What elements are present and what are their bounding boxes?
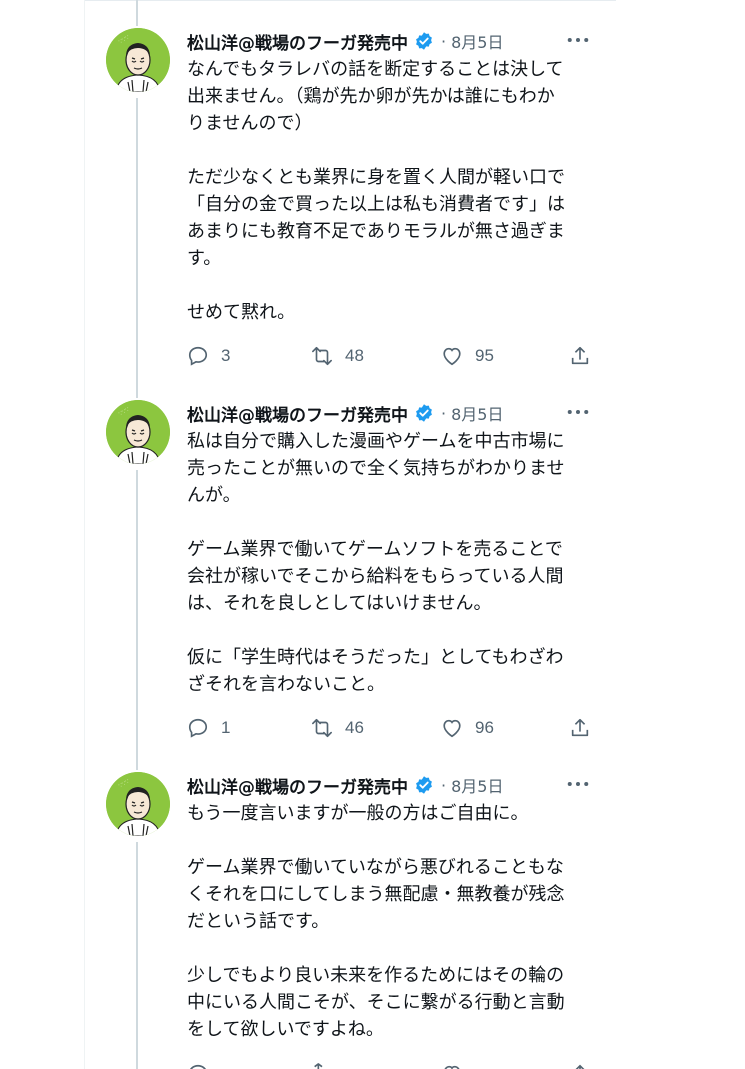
- reply-count: 3: [221, 346, 231, 365]
- tweet-text-line: りませんので）: [187, 113, 313, 134]
- like-button[interactable]: 95: [441, 342, 494, 370]
- tweet-text-line: は、それを良しとしてはいけません。: [187, 593, 492, 614]
- heart-icon: [443, 347, 461, 366]
- timeline-left-border: [84, 0, 85, 1069]
- tweet-text-line: をして欲しいですよね。: [187, 1019, 384, 1040]
- thread-connector-line: [136, 98, 138, 398]
- tweet-date[interactable]: 8月5日: [451, 401, 503, 425]
- tweet-text-line: もう一度言いますが一般の方はご自由に。: [187, 803, 529, 824]
- heart-icon: [444, 1065, 460, 1069]
- tweet-text: なんでもタラレバの話を断定することは決して 出来ません。（鶏が先か卵が先かは誰にも…: [187, 56, 607, 326]
- retweet-button[interactable]: [311, 1060, 345, 1069]
- verified-badge-icon: [416, 404, 432, 422]
- more-dots-icon: [567, 781, 589, 787]
- tweet-text-line: 中にいる人間こそが、そこに繋がる行動と言動: [187, 992, 565, 1013]
- separator-dot: ·: [441, 775, 447, 795]
- verified-badge-icon: [416, 776, 432, 794]
- tweet-text-line: ゲーム業界で働いていながら悪びれることもな: [187, 857, 564, 878]
- tweet-text-line: 少しでもより良い未来を作るためにはその輪の: [187, 965, 565, 986]
- tweet-actions-partial: [187, 1060, 599, 1069]
- tweet-date[interactable]: 8月5日: [451, 29, 503, 53]
- retweet-button[interactable]: 46: [311, 714, 364, 742]
- more-options-button[interactable]: [566, 30, 590, 50]
- tweet-text-line: ゲーム業界で働いてゲームソフトを売ることで: [187, 539, 563, 560]
- thread-connector-line: [136, 470, 138, 770]
- tweet-text-line: んが。: [187, 485, 241, 506]
- author-name[interactable]: 松山洋@戦場のフーガ発売中: [187, 29, 408, 54]
- tweet-text-line: 仮に「学生時代はそうだった」としてもわざわ: [187, 647, 564, 668]
- retweet-icon: [312, 346, 332, 366]
- author-name[interactable]: 松山洋@戦場のフーガ発売中: [187, 773, 408, 798]
- like-button[interactable]: 96: [441, 714, 494, 742]
- avatar[interactable]: ∵∵∵: [106, 400, 170, 464]
- tweet-text-line: せめて黙れ。: [187, 302, 296, 323]
- separator-dot: ·: [441, 403, 447, 423]
- face-illustration: ∵∵∵: [106, 28, 170, 92]
- more-options-button[interactable]: [566, 774, 590, 794]
- share-icon: [571, 346, 589, 365]
- retweet-count: 46: [345, 718, 364, 737]
- reply-button[interactable]: 3: [187, 342, 230, 370]
- retweet-button[interactable]: 48: [311, 342, 364, 370]
- tweet-text: もう一度言いますが一般の方はご自由に。ゲーム業界で働いていながら悪びれることもな…: [187, 800, 607, 1043]
- reply-bubble-icon: [188, 346, 208, 366]
- tweet-text-line: ただ少なくとも業界に身を置く人間が軽い口で: [187, 167, 565, 188]
- tweet-text-line: 出来ません。（鶏が先か卵が先かは誰にもわか: [187, 86, 555, 107]
- more-dots-icon: [567, 409, 589, 415]
- reply-bubble-icon: [188, 718, 208, 738]
- like-count: 95: [475, 346, 494, 365]
- reply-count: 1: [221, 718, 231, 737]
- reply-button[interactable]: 1: [187, 714, 230, 742]
- reply-button[interactable]: [187, 1060, 221, 1069]
- reply-bubble-icon: [190, 1064, 206, 1069]
- tweet-text-line: なんでもタラレバの話を断定することは決して: [187, 59, 564, 80]
- tweet-text-line: 「自分の金で買った以上は私も消費者です」は: [187, 194, 565, 215]
- tweet-text-line: す。: [187, 248, 222, 269]
- top-divider: [84, 0, 616, 1]
- verified-badge-icon: [416, 32, 432, 50]
- retweet-icon: [314, 1063, 323, 1069]
- share-button[interactable]: [569, 714, 603, 742]
- tweet-text-line: あまりにも教育不足でありモラルが無さ過ぎま: [187, 221, 565, 242]
- avatar[interactable]: ∵∵∵: [106, 772, 170, 836]
- retweet-icon: [312, 718, 332, 738]
- tweet-text-line: ざそれを言わないこと。: [187, 674, 385, 695]
- thread-connector-line: [136, 0, 138, 26]
- avatar[interactable]: ∵∵∵: [106, 28, 170, 92]
- tweet-text-line: だという話です。: [187, 911, 330, 932]
- share-icon: [571, 718, 589, 737]
- share-button[interactable]: [569, 1060, 603, 1069]
- share-icon: [575, 1064, 585, 1069]
- tweet-text-line: 売ったことが無いので全く気持ちがわかりませ: [187, 458, 565, 479]
- tweet-actions: 1 46 96: [187, 714, 599, 742]
- more-options-button[interactable]: [566, 402, 590, 422]
- tweet-text: 私は自分で購入した漫画やゲームを中古市場に 売ったことが無いので全く気持ちがわかり…: [187, 428, 607, 698]
- thread-connector-line: [136, 842, 138, 1069]
- tweet-header: 松山洋@戦場のフーガ発売中 · 8月5日: [187, 400, 597, 426]
- tweet-text-line: くそれを口にしてしまう無配慮・無教養が残念: [187, 884, 565, 905]
- more-dots-icon: [567, 37, 589, 43]
- tweet-text-line: 私は自分で購入した漫画やゲームを中古市場に: [187, 431, 565, 452]
- tweet-text-line: 会社が稼いでそこから給料をもらっている人間: [187, 566, 564, 587]
- tweet-header: 松山洋@戦場のフーガ発売中 · 8月5日: [187, 772, 597, 798]
- share-button[interactable]: [569, 342, 603, 370]
- author-name[interactable]: 松山洋@戦場のフーガ発売中: [187, 401, 408, 426]
- tweet-date[interactable]: 8月5日: [451, 773, 503, 797]
- face-illustration: ∵∵∵: [106, 772, 170, 836]
- tweet-actions: 3 48 95: [187, 342, 599, 370]
- separator-dot: ·: [441, 31, 447, 51]
- like-button[interactable]: [441, 1060, 475, 1069]
- retweet-count: 48: [345, 346, 364, 365]
- tweet-header: 松山洋@戦場のフーガ発売中 · 8月5日: [187, 28, 597, 54]
- like-count: 96: [475, 718, 494, 737]
- heart-icon: [443, 719, 461, 738]
- face-illustration: ∵∵∵: [106, 400, 170, 464]
